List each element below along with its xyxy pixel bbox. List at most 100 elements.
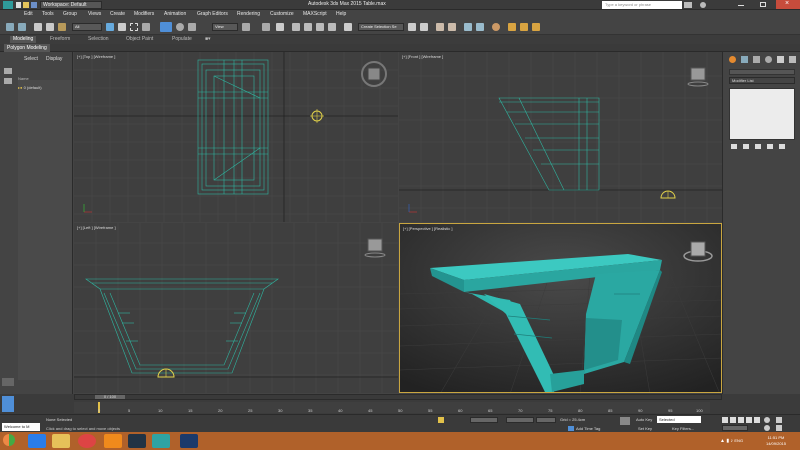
lock-selection-icon[interactable] — [438, 417, 444, 423]
filter-icon[interactable] — [4, 68, 12, 74]
go-to-end-icon[interactable] — [754, 417, 760, 423]
undo-icon[interactable] — [6, 23, 14, 31]
select-and-rotate-icon[interactable] — [176, 23, 184, 31]
start-button[interactable] — [3, 434, 17, 448]
next-frame-icon[interactable] — [746, 417, 752, 423]
current-frame-field[interactable] — [722, 425, 748, 431]
use-pivot-point-icon[interactable] — [242, 23, 250, 31]
time-slider[interactable]: 0 / 100 — [74, 394, 722, 400]
explorer-scroll-handle[interactable] — [2, 378, 14, 386]
display-tab-icon[interactable] — [777, 56, 784, 63]
vlc-icon[interactable] — [104, 434, 122, 448]
chrome-icon[interactable] — [78, 434, 96, 448]
curve-editor-icon[interactable] — [464, 23, 472, 31]
edit-named-selection-icon[interactable] — [344, 23, 352, 31]
render-setup-icon[interactable] — [508, 23, 516, 31]
keyboard-shortcut-override-icon[interactable] — [276, 23, 284, 31]
tab-object-paint[interactable]: Object Paint — [126, 36, 153, 43]
pan-icon[interactable] — [776, 417, 782, 423]
network-icon[interactable]: ▮ — [726, 438, 729, 444]
key-mode-dropdown[interactable]: Selected — [657, 416, 701, 423]
menu-maxscript[interactable]: MAXScript — [303, 11, 327, 18]
reference-coordinate-dropdown[interactable]: View — [212, 23, 238, 31]
select-by-name-icon[interactable] — [118, 23, 126, 31]
track-bar[interactable]: 0 5 10 15 20 25 30 35 40 45 50 55 60 65 … — [74, 402, 710, 413]
add-time-tag-button[interactable]: Add Time Tag — [576, 426, 600, 431]
orbit-icon[interactable] — [764, 425, 770, 431]
list-item[interactable]: ▸● 0 (default) — [18, 85, 42, 90]
tab-display[interactable]: Display — [46, 56, 62, 62]
menu-graph-editors[interactable]: Graph Editors — [197, 11, 228, 18]
polygon-modeling-panel[interactable]: Polygon Modeling — [4, 44, 50, 52]
hierarchy-tab-icon[interactable] — [753, 56, 760, 63]
photoshop-icon[interactable] — [180, 434, 198, 448]
open-file-icon[interactable] — [23, 2, 29, 8]
viewport-top[interactable]: [+] [Top ] [Wireframe ] — [74, 52, 398, 222]
modifier-list-dropdown[interactable]: Modifier List — [729, 77, 795, 84]
redo-icon[interactable] — [18, 23, 26, 31]
z-coordinate-field[interactable] — [536, 417, 556, 423]
viewcube-top[interactable] — [361, 61, 387, 87]
window-crossing-icon[interactable] — [142, 23, 150, 31]
time-slider-knob[interactable]: 0 / 100 — [95, 395, 125, 399]
percent-snap-icon[interactable] — [316, 23, 324, 31]
selection-filter-dropdown[interactable]: All — [72, 23, 102, 31]
find-icon[interactable] — [4, 78, 12, 84]
mirror-icon[interactable] — [408, 23, 416, 31]
key-filters-button[interactable]: Key Filters... — [672, 426, 694, 431]
y-coordinate-field[interactable] — [506, 417, 534, 423]
utilities-tab-icon[interactable] — [789, 56, 796, 63]
named-selection-dropdown[interactable]: Create Selection Se — [358, 23, 404, 31]
create-tab-icon[interactable] — [729, 56, 736, 63]
tab-selection[interactable]: Selection — [88, 36, 109, 43]
menu-rendering[interactable]: Rendering — [237, 11, 260, 18]
link-icon[interactable] — [34, 23, 42, 31]
tab-modeling[interactable]: Modeling — [10, 36, 37, 43]
3dsmax-app-icon[interactable] — [3, 1, 13, 9]
render-production-icon[interactable] — [532, 23, 540, 31]
make-unique-icon[interactable] — [755, 144, 761, 149]
set-key-mode-icon[interactable] — [620, 417, 630, 425]
layer-manager-icon[interactable] — [436, 23, 444, 31]
previous-frame-icon[interactable] — [730, 417, 736, 423]
menu-views[interactable]: Views — [88, 11, 101, 18]
viewport-label-left[interactable]: [+] [Left ] [Wireframe ] — [77, 225, 116, 230]
configure-modifier-sets-icon[interactable] — [779, 144, 785, 149]
viewport-label-top[interactable]: [+] [Top ] [Wireframe ] — [77, 54, 115, 59]
spinner-snap-icon[interactable] — [328, 23, 336, 31]
steam-icon[interactable] — [128, 434, 146, 448]
tab-populate[interactable]: Populate — [172, 36, 192, 43]
ribbon-options-icon[interactable]: ■▾ — [205, 36, 211, 43]
minimize-button[interactable] — [730, 0, 752, 9]
select-and-move-icon[interactable] — [160, 22, 172, 32]
3dsmax-taskbar-icon[interactable] — [152, 434, 170, 448]
align-icon[interactable] — [420, 23, 428, 31]
pin-stack-icon[interactable] — [731, 144, 737, 149]
viewcube-front[interactable] — [687, 67, 709, 87]
motion-tab-icon[interactable] — [765, 56, 772, 63]
workspace-dropdown[interactable]: Workspace: Default — [40, 1, 102, 9]
unlink-icon[interactable] — [46, 23, 54, 31]
maxscript-listener-input[interactable]: Welcome to M — [2, 423, 40, 431]
angle-snap-icon[interactable] — [304, 23, 312, 31]
zoom-icon[interactable] — [764, 417, 770, 423]
maximize-viewport-icon[interactable] — [776, 425, 782, 431]
viewport-perspective[interactable]: [+] [Perspective ] [Realistic ] — [399, 223, 722, 393]
viewport-front[interactable]: [+] [Front ] [Wireframe ] — [399, 52, 722, 222]
select-and-scale-icon[interactable] — [188, 23, 196, 31]
bind-space-warp-icon[interactable] — [58, 23, 66, 31]
language-indicator[interactable]: ENG — [734, 438, 743, 443]
modify-tab-icon[interactable] — [741, 56, 748, 63]
graphite-modeling-icon[interactable] — [448, 23, 456, 31]
help-icon[interactable] — [700, 2, 706, 8]
menu-modifiers[interactable]: Modifiers — [134, 11, 154, 18]
menu-edit[interactable]: Edit — [24, 11, 33, 18]
object-name-field[interactable] — [729, 69, 795, 75]
select-and-manipulate-icon[interactable] — [262, 23, 270, 31]
viewport-label-perspective[interactable]: [+] [Perspective ] [Realistic ] — [403, 226, 452, 231]
binoculars-icon[interactable] — [684, 2, 692, 8]
snaps-toggle-icon[interactable] — [292, 23, 300, 31]
remove-modifier-icon[interactable] — [767, 144, 773, 149]
new-file-icon[interactable] — [16, 2, 21, 8]
menu-tools[interactable]: Tools — [42, 11, 54, 18]
